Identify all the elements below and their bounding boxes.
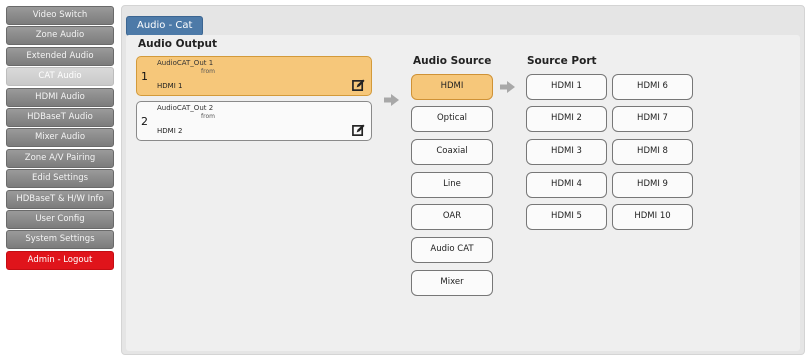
source-option-mixer[interactable]: Mixer	[411, 270, 493, 296]
source-option-oar[interactable]: OAR	[411, 204, 493, 230]
sidebar-item-cat-audio[interactable]: CAT Audio	[6, 67, 114, 87]
sidebar-item-system-settings[interactable]: System Settings	[6, 230, 114, 250]
source-port-heading: Source Port	[527, 55, 597, 67]
output-name: AudioCAT_Out 1	[157, 59, 214, 67]
output-from-label: from	[201, 68, 215, 75]
arrow-right-icon	[500, 81, 515, 93]
sidebar-item-zone-audio[interactable]: Zone Audio	[6, 26, 114, 46]
sidebar-item-hdbaset-audio[interactable]: HDBaseT Audio	[6, 107, 114, 127]
port-hdmi-1[interactable]: HDMI 1	[526, 74, 607, 100]
port-hdmi-8[interactable]: HDMI 8	[612, 139, 693, 165]
source-option-coaxial[interactable]: Coaxial	[411, 139, 493, 165]
edit-icon[interactable]	[352, 124, 365, 137]
tab-audio-cat[interactable]: Audio - Cat	[126, 16, 204, 36]
main-panel: Audio - Cat Audio Output Audio Source So…	[121, 5, 805, 355]
output-name: AudioCAT_Out 2	[157, 104, 214, 112]
sidebar-nav: Video Switch Zone Audio Extended Audio C…	[6, 6, 114, 271]
sidebar-item-video-switch[interactable]: Video Switch	[6, 6, 114, 25]
port-hdmi-10[interactable]: HDMI 10	[612, 204, 693, 230]
source-option-hdmi[interactable]: HDMI	[411, 74, 493, 100]
audio-source-heading: Audio Source	[413, 55, 492, 67]
audio-output-heading: Audio Output	[138, 38, 218, 50]
source-option-audio-cat[interactable]: Audio CAT	[411, 237, 493, 263]
port-hdmi-7[interactable]: HDMI 7	[612, 106, 693, 132]
sidebar-item-hdmi-audio[interactable]: HDMI Audio	[6, 87, 114, 107]
output-source-port: HDMI 2	[157, 127, 183, 135]
sidebar-item-mixer-audio[interactable]: Mixer Audio	[6, 128, 114, 148]
sidebar-item-edid-settings[interactable]: Edid Settings	[6, 169, 114, 189]
output-number: 1	[141, 70, 148, 83]
source-option-line[interactable]: Line	[411, 172, 493, 198]
audio-output-card-2[interactable]: 2 AudioCAT_Out 2 from HDMI 2	[136, 101, 372, 141]
sidebar-item-hdbaset-hw-info[interactable]: HDBaseT & H/W Info	[6, 189, 114, 209]
content-area: Audio Output Audio Source Source Port 1 …	[126, 35, 800, 351]
audio-output-card-1[interactable]: 1 AudioCAT_Out 1 from HDMI 1	[136, 56, 372, 96]
edit-icon[interactable]	[352, 79, 365, 92]
sidebar-item-extended-audio[interactable]: Extended Audio	[6, 46, 114, 66]
source-option-optical[interactable]: Optical	[411, 106, 493, 132]
port-hdmi-2[interactable]: HDMI 2	[526, 106, 607, 132]
output-number: 2	[141, 115, 148, 128]
sidebar-item-zone-av-pairing[interactable]: Zone A/V Pairing	[6, 148, 114, 168]
port-hdmi-3[interactable]: HDMI 3	[526, 139, 607, 165]
output-from-label: from	[201, 113, 215, 120]
output-source-port: HDMI 1	[157, 82, 183, 90]
arrow-right-icon	[384, 94, 399, 106]
logout-button[interactable]: Admin - Logout	[6, 250, 114, 270]
sidebar-item-user-config[interactable]: User Config	[6, 209, 114, 229]
port-hdmi-6[interactable]: HDMI 6	[612, 74, 693, 100]
port-hdmi-9[interactable]: HDMI 9	[612, 172, 693, 198]
port-hdmi-5[interactable]: HDMI 5	[526, 204, 607, 230]
port-hdmi-4[interactable]: HDMI 4	[526, 172, 607, 198]
